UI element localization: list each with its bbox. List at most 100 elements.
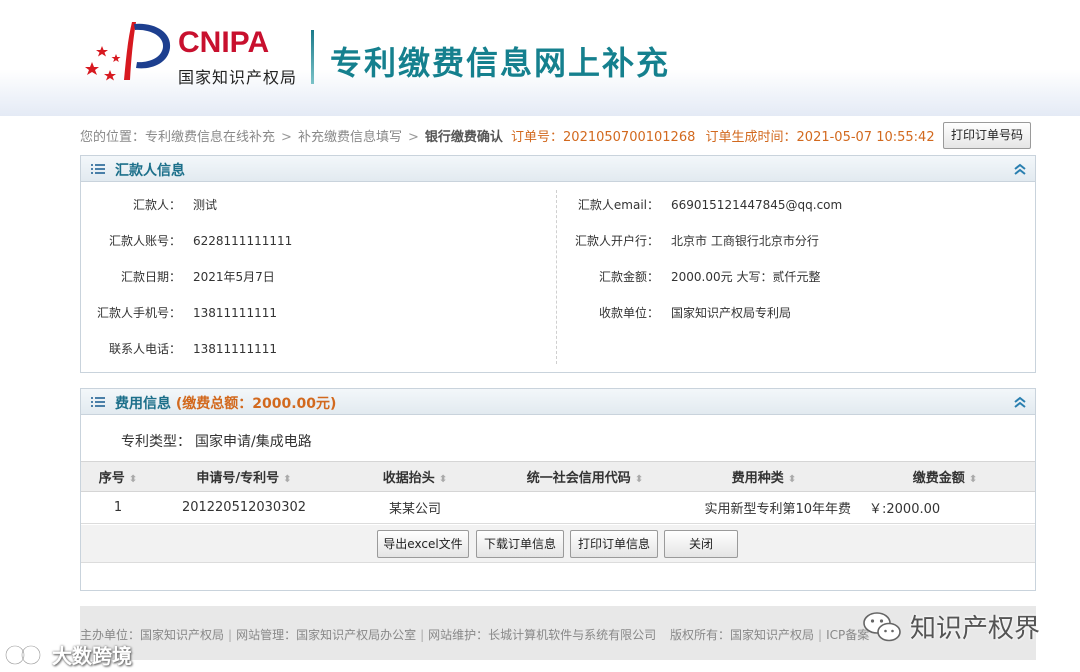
remitter-email-row: 汇款人email： 669015121447845@qq.com [575,196,842,213]
breadcrumb-item-bank-confirm: 银行缴费确认 [424,130,503,145]
order-number-label: 订单号： [511,130,564,145]
field-value: 2000.00元 大写：贰仟元整 [671,270,821,284]
remitter-account-row: 汇款人账号： 6228111111111 [81,232,292,249]
collapse-chevron-up-icon[interactable] [1013,395,1027,409]
order-number-value: 2021050700101268 [563,130,696,145]
column-header-fee-type[interactable]: 费用种类 ⬍ [673,461,855,492]
column-header-amount[interactable]: 缴费金额 ⬍ [855,461,1035,492]
cell-receipt-title: 某某公司 [333,491,497,524]
breadcrumb-separator: > [281,130,292,145]
footer-separator: | [420,628,425,642]
remitter-mobile-row: 汇款人手机号： 13811111111 [81,304,277,321]
footer-separator: | [228,628,233,642]
breadcrumb: 您的位置：专利缴费信息在线补充 > 补充缴费信息填写 > 银行缴费确认 订单号：2021… [80,126,935,145]
breadcrumb-item-online-supplement[interactable]: 专利缴费信息在线补充 [145,130,275,145]
footer-copyright: 版权所有：国家知识产权局 [670,628,815,642]
panel-title: 费用信息 (缴费总额：2000.00元) [115,393,336,413]
breadcrumb-separator: > [407,130,419,145]
collapse-chevron-up-icon[interactable] [1013,162,1027,176]
footer-separator: | [818,628,823,642]
patent-type-value: 国家申请/集成电路 [195,434,312,450]
field-value: 13811111111 [193,306,277,320]
sort-icon: ⬍ [634,474,644,485]
cell-credit-code [497,491,673,524]
field-label: 汇款人email： [577,198,659,212]
remitter-name-row: 汇款人： 测试 [81,196,217,213]
panel-header: 费用信息 (缴费总额：2000.00元) [81,389,1035,415]
field-label: 汇款人账号： [108,234,181,248]
cnipa-emblem-icon [85,22,171,81]
print-order-button[interactable]: 打印订单信息 [570,530,658,558]
field-value: 6228111111111 [193,234,293,248]
cell-fee-type: 实用新型专利第10年年费 [673,491,855,524]
payee-row: 收款单位： 国家知识产权局专利局 [575,304,791,321]
sort-icon: ⬍ [283,474,292,485]
field-value: 13811111111 [193,342,277,356]
field-value: 669015121447845@qq.com [671,198,843,212]
column-header-receipt-title[interactable]: 收据抬头 ⬍ [333,461,497,492]
watermark-left-text: 大数跨境 [52,644,132,668]
list-icon [91,397,105,407]
cell-no: 1 [81,491,155,524]
order-time-label: 订单生成时间： [705,130,797,145]
field-label: 汇款人开户行： [575,234,660,248]
footer-maintain: 网站维护：长城计算机软件与系统有限公司 [428,628,657,642]
breadcrumb-prefix: 您的位置： [80,130,146,145]
table-row: 1 201220512030302 某某公司 实用新型专利第10年年费 ￥:20… [81,491,1035,524]
logo-org-name: 国家知识产权局 [178,68,298,87]
fee-info-panel: 费用信息 (缴费总额：2000.00元) 专利类型： 国家申请/集成电路 序号 ⬍ … [80,388,1036,591]
sort-icon: ⬍ [787,474,797,485]
list-icon [91,164,105,174]
sort-icon: ⬍ [438,474,448,485]
header-divider [311,30,314,84]
remit-date-row: 汇款日期： 2021年5月7日 [81,268,275,285]
cell-amount: ￥:2000.00 [855,491,1035,524]
field-value: 国家知识产权局专利局 [671,306,792,320]
field-value: 2021年5月7日 [193,270,275,284]
fee-total: (缴费总额：2000.00元) [175,396,337,412]
breadcrumb-item-fill-info[interactable]: 补充缴费信息填写 [298,130,402,145]
order-time-value: 2021-05-07 10:55:42 [796,130,935,145]
sort-icon: ⬍ [968,474,978,485]
footer-right: 版权所有：国家知识产权局 | ICP备案 [670,626,869,643]
fee-title: 费用信息 [115,396,171,412]
field-label: 汇款人手机号： [96,306,181,320]
field-label: 汇款日期： [120,270,181,284]
fee-table: 序号 ⬍ 申请号/专利号 ⬍ 收据抬头 ⬍ 统一社会信用代码 ⬍ 费用种类 ⬍ 缴费金额 ⬍… [81,461,1035,524]
field-value: 测试 [193,198,218,212]
close-button[interactable]: 关闭 [664,530,738,558]
patent-type: 专利类型： 国家申请/集成电路 [121,431,312,451]
column-header-credit-code[interactable]: 统一社会信用代码 ⬍ [497,461,673,492]
field-value: 北京市 工商银行北京市分行 [671,234,819,248]
field-label: 汇款金额： [598,270,659,284]
column-header-app-no[interactable]: 申请号/专利号 ⬍ [155,461,333,492]
field-label: 汇款人： [132,198,181,212]
system-title: 专利缴费信息网上补充 [330,44,671,82]
remit-amount-row: 汇款金额： 2000.00元 大写：贰仟元整 [575,268,820,285]
chat-bubble-icon [4,644,42,666]
field-label: 联系人电话： [108,342,181,356]
print-order-number-button[interactable]: 打印订单号码 [943,122,1031,149]
page-header: CNIPA 国家知识产权局 专利缴费信息网上补充 [0,0,1080,116]
remitter-info-body: 汇款人： 测试 汇款人账号： 6228111111111 汇款日期： 2021年5月7… [81,182,1035,372]
contact-phone-row: 联系人电话： 13811111111 [81,340,277,357]
column-header-no[interactable]: 序号 ⬍ [81,461,155,492]
remitter-info-panel: 汇款人信息 汇款人： 测试 汇款人账号： 6228111111111 汇款日期： 20… [80,155,1036,373]
field-label: 收款单位： [598,306,659,320]
table-header-row: 序号 ⬍ 申请号/专利号 ⬍ 收据抬头 ⬍ 统一社会信用代码 ⬍ 费用种类 ⬍ 缴费金额 ⬍ [81,461,1035,492]
cell-app-no: 201220512030302 [155,491,333,524]
remitter-bank-row: 汇款人开户行： 北京市 工商银行北京市分行 [575,232,819,249]
footer-manage: 网站管理：国家知识产权局办公室 [236,628,417,642]
watermark-right-text: 知识产权界 [910,614,1041,644]
footer-left: 主办单位：国家知识产权局 | 网站管理：国家知识产权局办公室 | 网站维护：长城计算机软… [80,626,656,643]
download-order-button[interactable]: 下载订单信息 [476,530,564,558]
patent-type-label: 专利类型： [121,434,191,450]
sort-icon: ⬍ [128,474,138,485]
wechat-icon [863,612,901,642]
panel-header: 汇款人信息 [81,156,1035,182]
action-button-bar: 导出excel文件 下载订单信息 打印订单信息 关闭 [81,525,1035,563]
column-divider [556,190,557,364]
export-excel-button[interactable]: 导出excel文件 [377,530,469,558]
logo-text: CNIPA [178,26,270,59]
panel-title: 汇款人信息 [115,163,185,179]
